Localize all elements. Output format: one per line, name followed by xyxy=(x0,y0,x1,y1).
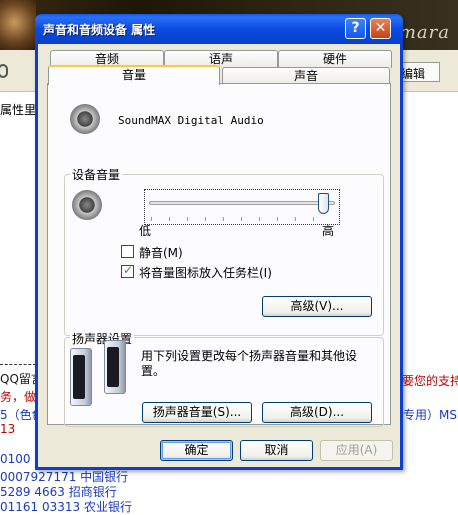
toolbar-icon[interactable] xyxy=(0,64,8,78)
slider-thumb[interactable] xyxy=(318,193,330,214)
speaker-device-icon xyxy=(70,104,100,134)
close-button[interactable]: ✕ xyxy=(370,18,391,39)
slider-high-label: 高 xyxy=(322,224,335,238)
speaker-volume-button[interactable]: 扬声器音量(S)... xyxy=(142,402,252,423)
speaker-advanced-button[interactable]: 高级(D)... xyxy=(262,402,372,423)
volume-advanced-button[interactable]: 高级(V)... xyxy=(262,296,372,317)
slider-ticks xyxy=(151,217,331,221)
dialog-title: 声音和音频设备 属性 xyxy=(43,23,156,37)
bank-line: 01161 03313 农业银行 xyxy=(0,500,132,514)
speaker-settings-description: 用下列设置更改每个扬声器音量和其他设置。 xyxy=(141,349,358,378)
tab-hardware[interactable]: 硬件 xyxy=(278,50,392,68)
tray-icon-checkbox[interactable] xyxy=(121,263,134,278)
banner-image xyxy=(0,0,36,50)
apply-button[interactable]: 应用(A) xyxy=(320,440,393,461)
background-text: 13 xyxy=(0,422,16,436)
mute-checkbox[interactable] xyxy=(121,245,134,258)
background-divider xyxy=(0,364,36,365)
mute-label[interactable]: 静音(M) xyxy=(139,244,183,261)
background-text: 专用）MSN xyxy=(403,408,458,422)
tab-volume[interactable]: 音量 xyxy=(48,65,220,85)
speakers-icon xyxy=(70,340,130,410)
edit-button[interactable]: 编辑 xyxy=(398,62,440,82)
cancel-button[interactable]: 取消 xyxy=(240,440,313,461)
sound-properties-dialog: 声音和音频设备 属性 ? ✕ 音频 语声 硬件 音量 声音 SoundMAX D… xyxy=(35,14,403,470)
title-bar[interactable]: 声音和音频设备 属性 ? ✕ xyxy=(35,14,403,44)
volume-speaker-icon xyxy=(72,190,102,220)
device-name: SoundMAX Digital Audio xyxy=(118,114,264,127)
volume-slider[interactable] xyxy=(144,189,340,225)
dialog-client: 音频 语声 硬件 音量 声音 SoundMAX Digital Audio 设备… xyxy=(38,44,400,467)
slider-low-label: 低 xyxy=(139,224,152,238)
device-volume-label: 设备音量 xyxy=(70,166,123,183)
help-button[interactable]: ? xyxy=(345,18,366,39)
background-text: 要您的支持 xyxy=(402,374,458,388)
ok-button[interactable]: 确定 xyxy=(160,440,233,461)
tray-icon-label[interactable]: 将音量图标放入任务栏(I) xyxy=(139,264,272,281)
slider-track xyxy=(149,201,335,205)
